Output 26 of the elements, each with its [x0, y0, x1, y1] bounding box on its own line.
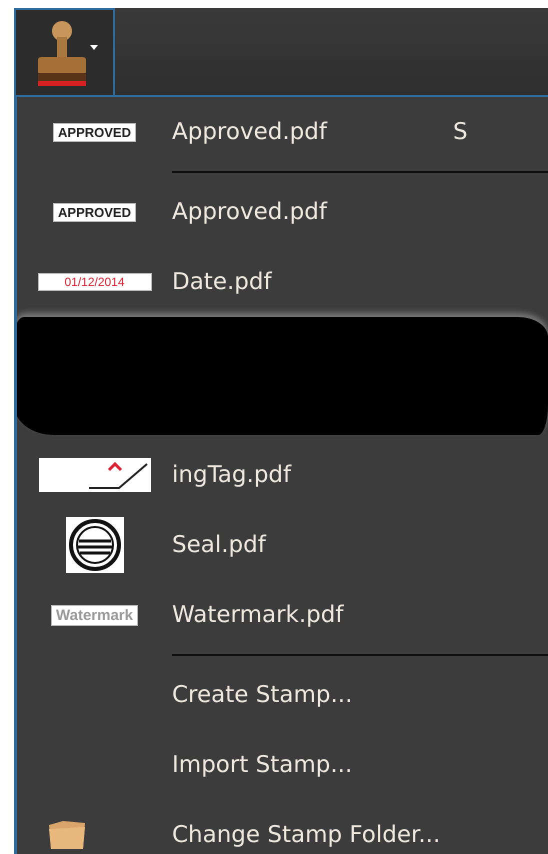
- stamp-button[interactable]: [14, 8, 115, 95]
- menu-item-label: Date.pdf: [172, 269, 272, 295]
- menu-item-label: Watermark.pdf: [172, 602, 344, 628]
- folder-icon: [47, 819, 87, 851]
- approved-stamp-thumbnail: APPROVED: [53, 122, 136, 142]
- menu-item[interactable]: APPROVED Approved.pdf: [17, 177, 548, 247]
- menu-item-label: Seal.pdf: [172, 532, 266, 558]
- menu-item[interactable]: Change Stamp Folder...: [17, 800, 548, 854]
- menu-item-label: Change Stamp Folder...: [172, 822, 440, 848]
- menu-item[interactable]: Import Stamp...: [17, 730, 548, 800]
- menu-item[interactable]: ingTag.pdf: [17, 440, 548, 510]
- menu-item-label: Approved.pdf: [172, 199, 327, 225]
- seal-stamp-thumbnail: [66, 517, 124, 573]
- watermark-stamp-thumbnail: Watermark: [51, 604, 138, 626]
- approved-stamp-thumbnail: APPROVED: [53, 202, 136, 222]
- menu-item-label: Create Stamp...: [172, 682, 352, 708]
- shortcut-key: S: [452, 119, 468, 145]
- menu-item-label: Import Stamp...: [172, 752, 352, 778]
- menu-item-label: Approved.pdf: [172, 119, 327, 145]
- menu-item-label: ingTag.pdf: [172, 462, 292, 488]
- menu-item[interactable]: Create Stamp...: [17, 660, 548, 730]
- menu-item[interactable]: 01/12/2014 Date.pdf: [17, 247, 548, 317]
- menu-item[interactable]: APPROVED Approved.pdf S: [17, 97, 548, 167]
- menu-item[interactable]: Watermark Watermark.pdf: [17, 580, 548, 650]
- menu-item[interactable]: Seal.pdf: [17, 510, 548, 580]
- date-stamp-thumbnail: 01/12/2014: [38, 273, 152, 291]
